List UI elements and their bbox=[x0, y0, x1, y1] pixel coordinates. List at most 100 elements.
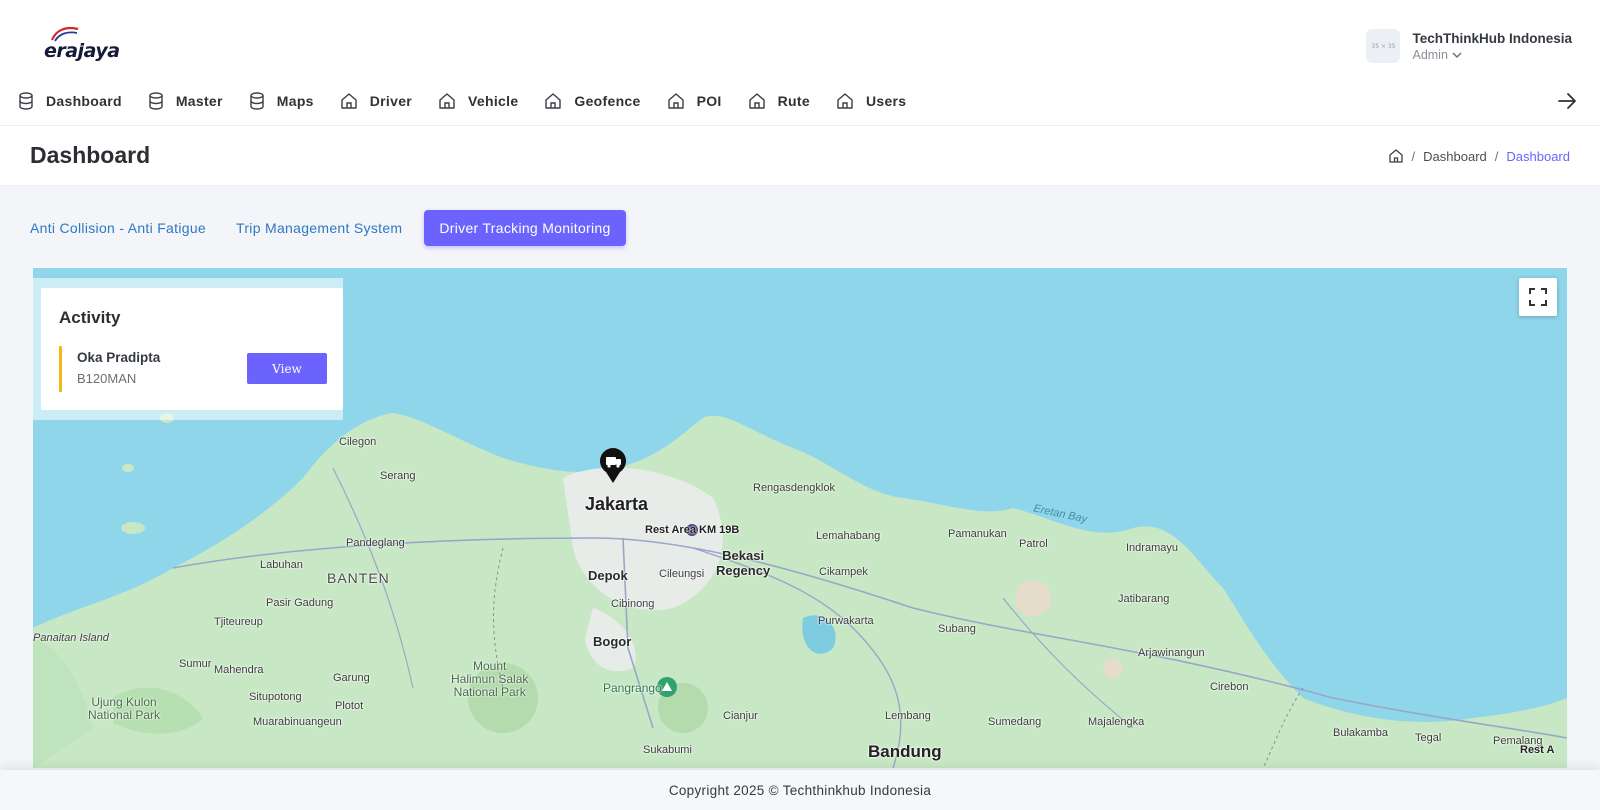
map-label-bekasi: Bekasi Regency bbox=[716, 548, 771, 578]
map-label-panaitan: Panaitan Island bbox=[33, 632, 109, 644]
user-role-label: Admin bbox=[1412, 47, 1448, 62]
home-icon[interactable] bbox=[1388, 148, 1404, 164]
map-label-serang: Serang bbox=[380, 470, 416, 482]
page-title: Dashboard bbox=[30, 142, 151, 168]
tab-driver-tracking[interactable]: Driver Tracking Monitoring bbox=[424, 210, 626, 246]
map-label-purwakarta: Purwakarta bbox=[818, 615, 874, 627]
map-label-subang: Subang bbox=[938, 623, 976, 635]
breadcrumb-current: Dashboard bbox=[1506, 148, 1570, 164]
map-label-pasir-gadung: Pasir Gadung bbox=[266, 597, 334, 609]
map-label-jakarta: Jakarta bbox=[585, 494, 649, 514]
nav-label: Geofence bbox=[574, 93, 641, 109]
map-label-jatibarang: Jatibarang bbox=[1118, 593, 1170, 605]
map-label-banten: BANTEN bbox=[327, 570, 390, 586]
dashboard-tabs: Anti Collision - Anti Fatigue Trip Manag… bbox=[22, 210, 640, 246]
database-icon bbox=[149, 92, 163, 110]
map-label-pangrango: Pangrango bbox=[603, 681, 662, 695]
fullscreen-icon bbox=[1529, 288, 1547, 306]
page-title-bar: Dashboard / Dashboard / Dashboard bbox=[0, 125, 1600, 185]
map-label-rest-area: Rest Area KM 19B bbox=[645, 524, 740, 536]
map-label-cianjur: Cianjur bbox=[723, 710, 758, 722]
nav-label: Driver bbox=[369, 93, 413, 109]
map-label-sukabumi: Sukabumi bbox=[643, 744, 692, 756]
map-label-lembang: Lembang bbox=[885, 710, 931, 722]
breadcrumb-item[interactable]: Dashboard bbox=[1423, 149, 1487, 164]
map-label-cikampek: Cikampek bbox=[819, 566, 868, 578]
home-icon bbox=[545, 93, 562, 109]
map-label-lemahabang: Lemahabang bbox=[816, 530, 881, 542]
map-label-labuhan: Labuhan bbox=[260, 559, 303, 571]
fullscreen-button[interactable] bbox=[1519, 278, 1557, 316]
main-nav: Dashboard Master Maps Driver Vehicle Geo… bbox=[18, 86, 932, 116]
nav-item-users[interactable]: Users bbox=[836, 92, 906, 110]
nav-item-poi[interactable]: POI bbox=[667, 92, 722, 110]
home-icon bbox=[748, 93, 765, 109]
nav-label: Rute bbox=[777, 93, 810, 109]
map-label-rest-area-2: Rest A bbox=[1520, 744, 1555, 756]
nav-item-master[interactable]: Master bbox=[148, 92, 223, 110]
vehicle-plate: B120MAN bbox=[77, 371, 137, 386]
activity-card: Activity Oka Pradipta B120MAN View bbox=[41, 288, 343, 410]
map-label-plotot: Plotot bbox=[335, 700, 364, 712]
map-label-patrol: Patrol bbox=[1019, 538, 1048, 550]
logo-text: erajaya bbox=[44, 40, 120, 62]
nav-item-rute[interactable]: Rute bbox=[748, 92, 810, 110]
activity-item: Oka Pradipta B120MAN View bbox=[59, 346, 337, 392]
map-label-sumur: Sumur bbox=[179, 658, 212, 670]
vehicle-pin-icon[interactable] bbox=[598, 448, 628, 484]
breadcrumb-separator: / bbox=[1411, 148, 1416, 164]
chevron-down-icon bbox=[1452, 51, 1462, 58]
nav-item-driver[interactable]: Driver bbox=[340, 92, 412, 110]
map-label-indramayu: Indramayu bbox=[1126, 542, 1178, 554]
map-label-mahendra: Mahendra bbox=[214, 664, 264, 676]
tab-trip-management[interactable]: Trip Management System bbox=[228, 210, 410, 246]
map-label-rengasdengklok: Rengasdengklok bbox=[753, 482, 835, 494]
map-label-muarabinuangeun: Muarabinuangeun bbox=[253, 716, 342, 728]
copyright-text: Copyright 2025 © Techthinkhub Indonesia bbox=[668, 782, 932, 798]
nav-label: Users bbox=[865, 93, 907, 109]
activity-panel: Activity Oka Pradipta B120MAN View bbox=[33, 278, 343, 420]
footer: Copyright 2025 © Techthinkhub Indonesia bbox=[0, 770, 1600, 810]
map-label-cirebon: Cirebon bbox=[1210, 681, 1249, 693]
tab-anti-collision[interactable]: Anti Collision - Anti Fatigue bbox=[22, 210, 214, 246]
view-button[interactable]: View bbox=[247, 353, 327, 384]
activity-title: Activity bbox=[59, 308, 121, 327]
map-label-pandeglang: Pandeglang bbox=[346, 537, 405, 549]
map-label-sumedang: Sumedang bbox=[988, 716, 1042, 728]
map-label-tegal: Tegal bbox=[1415, 732, 1442, 744]
map-label-depok: Depok bbox=[588, 568, 628, 583]
map-label-cileungsi: Cileungsi bbox=[659, 568, 705, 580]
map-label-majalengka: Majalengka bbox=[1088, 716, 1145, 728]
breadcrumb-separator: / bbox=[1494, 148, 1499, 164]
nav-item-geofence[interactable]: Geofence bbox=[544, 92, 640, 110]
nav-item-dashboard[interactable]: Dashboard bbox=[18, 92, 122, 110]
driver-name: Oka Pradipta bbox=[77, 350, 161, 365]
map-label-arjawinangun: Arjawinangun bbox=[1138, 647, 1205, 659]
user-menu[interactable]: 35 × 35 TechThinkHub Indonesia Admin bbox=[1366, 26, 1572, 66]
nav-label: Maps bbox=[276, 93, 314, 109]
avatar[interactable]: 35 × 35 bbox=[1366, 29, 1401, 63]
map-label-halimun: Mount Halimun Salak National Park bbox=[451, 659, 529, 699]
map-label-pamanukan: Pamanukan bbox=[948, 528, 1007, 540]
nav-item-vehicle[interactable]: Vehicle bbox=[438, 92, 518, 110]
home-icon bbox=[837, 93, 853, 109]
nav-item-maps[interactable]: Maps bbox=[249, 92, 314, 110]
home-icon bbox=[341, 93, 357, 109]
map-label-bandung: Bandung bbox=[868, 742, 942, 761]
home-icon bbox=[667, 93, 684, 109]
breadcrumb: / Dashboard / Dashboard bbox=[1388, 148, 1570, 164]
map-label-bogor: Bogor bbox=[593, 634, 632, 649]
arrow-right-icon[interactable] bbox=[1556, 90, 1578, 112]
database-icon bbox=[19, 92, 33, 110]
database-icon bbox=[250, 92, 264, 110]
user-role[interactable]: Admin bbox=[1412, 48, 1572, 62]
map-label-garung: Garung bbox=[333, 672, 370, 684]
erajaya-logo[interactable]: erajaya bbox=[40, 26, 120, 66]
nav-label: Vehicle bbox=[468, 93, 519, 109]
company-name: TechThinkHub Indonesia bbox=[1412, 30, 1572, 46]
map-label-bulakamba: Bulakamba bbox=[1333, 727, 1389, 739]
nav-label: Master bbox=[175, 93, 223, 109]
map-label-cilegon: Cilegon bbox=[339, 436, 377, 448]
top-header: erajaya 35 × 35 TechThinkHub Indonesia A… bbox=[0, 0, 1600, 125]
nav-label: POI bbox=[696, 93, 722, 109]
